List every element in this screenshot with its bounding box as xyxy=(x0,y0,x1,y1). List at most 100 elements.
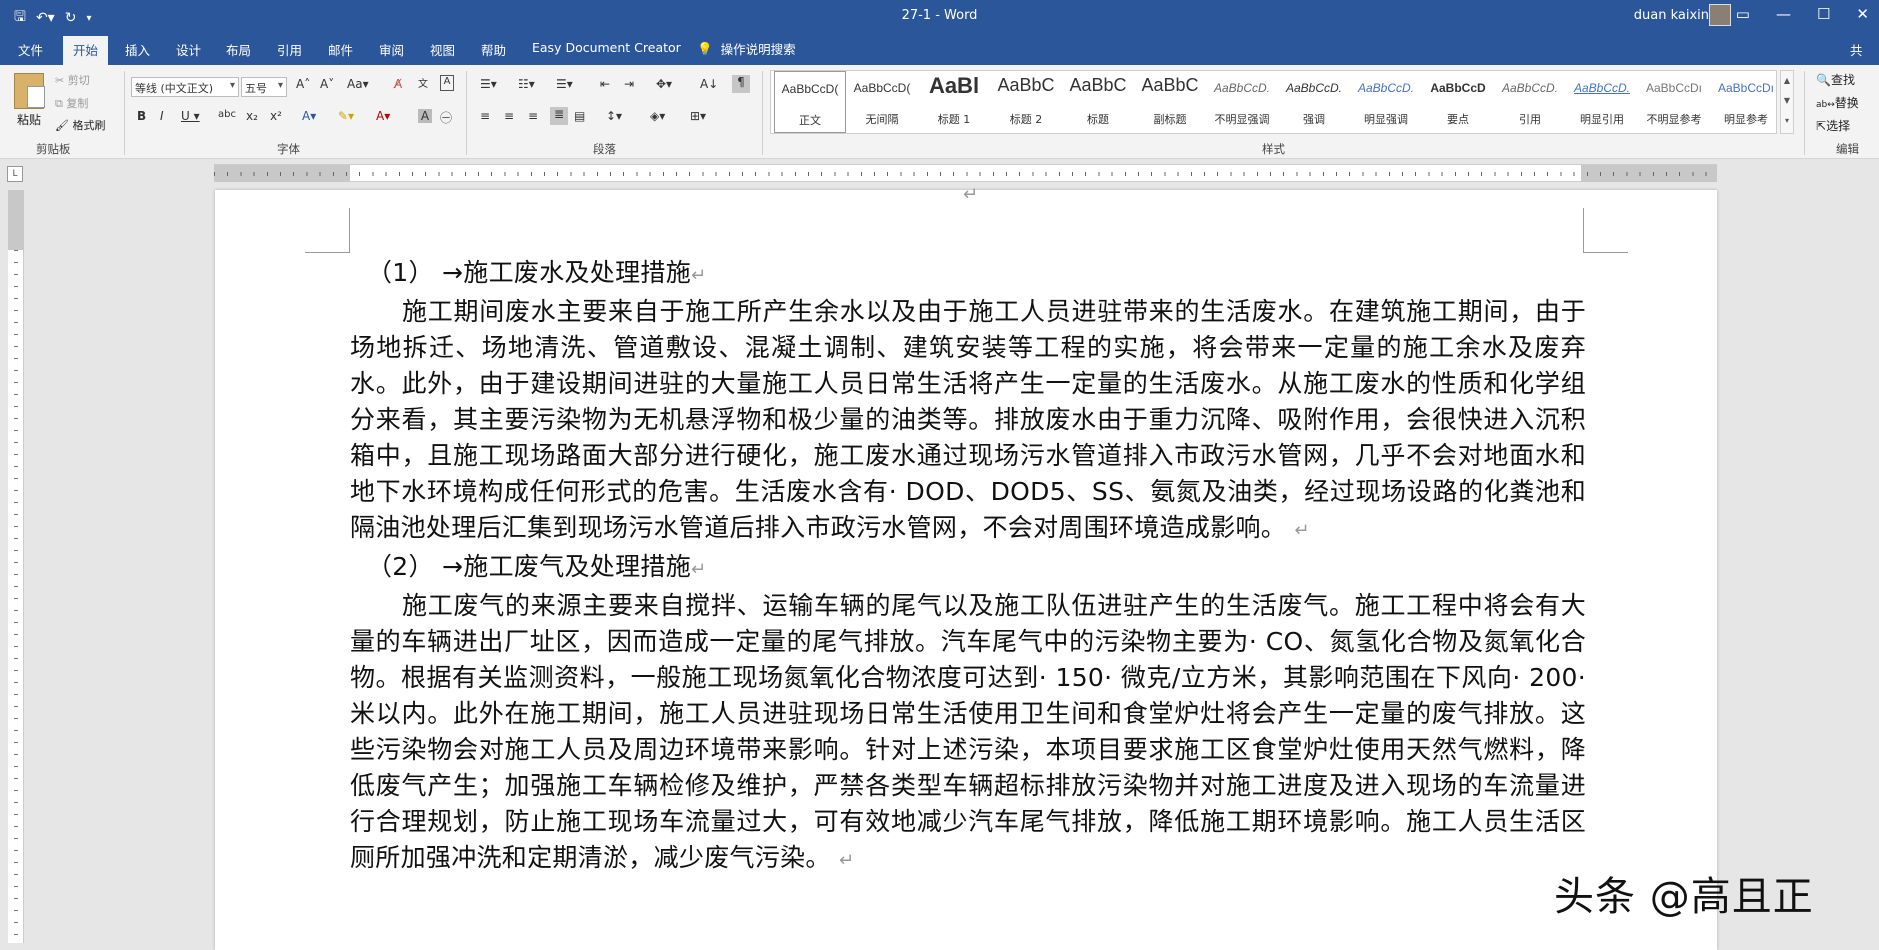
paragraph-group-label: 段落 xyxy=(593,142,616,156)
align-center-icon[interactable]: ≡ xyxy=(504,109,514,123)
tab-insert[interactable]: 插入 xyxy=(125,40,150,59)
show-marks-icon[interactable]: ¶ xyxy=(732,75,750,93)
ribbon-display-icon[interactable]: ▭ xyxy=(1736,5,1750,23)
character-shading-icon[interactable]: A xyxy=(418,109,432,123)
style-heading-2[interactable]: AaBbC 标题 2 xyxy=(990,71,1062,133)
borders-icon[interactable]: ⊞▾ xyxy=(690,109,706,123)
font-size-combo[interactable]: 五号 xyxy=(241,77,287,97)
superscript-icon[interactable]: x² xyxy=(270,109,282,123)
shrink-font-icon[interactable]: A˅ xyxy=(320,77,334,91)
numbering-icon[interactable]: ☷▾ xyxy=(518,77,535,91)
lightbulb-icon: 💡 xyxy=(697,40,713,56)
font-group-label: 字体 xyxy=(277,142,300,156)
tab-layout[interactable]: 布局 xyxy=(226,40,251,59)
tell-me-label: 操作说明搜索 xyxy=(720,42,796,57)
watermark: 头条 @高且正 xyxy=(1554,874,1814,920)
crop-mark-right xyxy=(1583,208,1628,253)
style-emphasis[interactable]: AaBbCcD. 强调 xyxy=(1278,71,1350,133)
style-subtle-reference[interactable]: AaBbCcDı 不明显参考 xyxy=(1638,71,1710,133)
sort-icon[interactable]: A↓ xyxy=(700,77,718,91)
search-icon: 🔍 xyxy=(1816,73,1831,87)
styles-gallery: AaBbCcD(正文 AaBbCcD(无间隔 AaBl 标题 1 AaBbC 标题 … xyxy=(770,70,1777,134)
paste-icon[interactable] xyxy=(14,73,45,109)
italic-icon[interactable]: I xyxy=(160,109,164,123)
phonetic-guide-icon[interactable]: 文 xyxy=(418,75,428,90)
font-color-icon[interactable]: A▾ xyxy=(376,109,390,123)
replace-button[interactable]: ab↔替换 xyxy=(1816,94,1859,111)
styles-group-label: 样式 xyxy=(1262,142,1285,156)
increase-indent-icon[interactable]: ⇥ xyxy=(624,77,634,91)
document-body[interactable]: （1） →施工废水及处理措施↵ 施工期间废水主要来自于施工所产生余水以及由于施工… xyxy=(350,255,1586,879)
font-name-combo[interactable]: 等线 (中文正文) xyxy=(131,77,239,97)
vertical-ruler[interactable] xyxy=(8,190,24,943)
multilevel-list-icon[interactable]: ☰▾ xyxy=(556,77,573,91)
share-button[interactable]: 共 xyxy=(1850,40,1863,59)
style-subtitle[interactable]: AaBbC 副标题 xyxy=(1134,71,1206,133)
document-page[interactable]: ↵ （1） →施工废水及处理措施↵ 施工期间废水主要来自于施工所产生余水以及由于… xyxy=(215,184,1717,950)
ribbon-home: 粘贴 ✂ 剪切 ⧉ 复制 🖌 格式刷 剪贴板 等线 (中文正文) 五号 A˄ A… xyxy=(0,65,1879,159)
paragraph-2: 施工废气的来源主要来自搅拌、运输车辆的尾气以及施工队伍进驻产生的生活废气。施工工… xyxy=(350,591,1586,872)
change-case-icon[interactable]: Aa▾ xyxy=(347,77,369,91)
text-effects-icon[interactable]: A▾ xyxy=(302,109,316,123)
paste-button[interactable]: 粘贴 xyxy=(17,111,41,128)
tab-help[interactable]: 帮助 xyxy=(481,40,506,59)
highlight-icon[interactable]: ✎▾ xyxy=(338,109,354,123)
style-subtle-emphasis[interactable]: AaBbCcD. 不明显强调 xyxy=(1206,71,1278,133)
maximize-icon[interactable]: ☐ xyxy=(1817,5,1830,23)
section-heading-1: （1） →施工废水及处理措施↵ xyxy=(367,258,707,287)
tab-references[interactable]: 引用 xyxy=(277,40,302,59)
style-intense-quote[interactable]: AaBbCcD. 明显引用 xyxy=(1566,71,1638,133)
align-right-icon[interactable]: ≡ xyxy=(528,109,538,123)
distributed-icon[interactable]: ▤ xyxy=(574,109,585,123)
shading-icon[interactable]: ◈▾ xyxy=(650,109,665,123)
justify-icon[interactable]: ≣ xyxy=(550,107,568,125)
cut-button[interactable]: ✂ 剪切 xyxy=(55,72,90,88)
chinese-layout-icon[interactable]: ✥▾ xyxy=(656,77,672,91)
tab-stop-selector[interactable]: L xyxy=(7,166,23,182)
replace-icon: ab↔ xyxy=(1816,100,1835,110)
section-heading-2: （2） →施工废气及处理措施↵ xyxy=(367,552,707,581)
bullets-icon[interactable]: ☰▾ xyxy=(480,77,497,91)
subscript-icon[interactable]: x₂ xyxy=(246,109,258,123)
bold-icon[interactable]: B xyxy=(137,109,146,123)
clear-format-icon[interactable]: A̸ xyxy=(394,77,402,91)
format-painter-button[interactable]: 🖌 格式刷 xyxy=(55,117,105,133)
window-controls: ▭ — ☐ ✕ xyxy=(1736,5,1869,23)
line-spacing-icon[interactable]: ↕▾ xyxy=(606,109,622,123)
style-title[interactable]: AaBbC 标题 xyxy=(1062,71,1134,133)
style-strong[interactable]: AaBbCcD 要点 xyxy=(1422,71,1494,133)
align-left-icon[interactable]: ≡ xyxy=(480,109,490,123)
avatar[interactable] xyxy=(1709,4,1731,26)
underline-icon[interactable]: U ▾ xyxy=(181,109,200,123)
styles-gallery-scroll[interactable]: ▲ ▼ ▾ xyxy=(1780,70,1794,134)
style-quote[interactable]: AaBbCcD. 引用 xyxy=(1494,71,1566,133)
character-border-icon[interactable]: A xyxy=(440,75,454,91)
tab-easy-document-creator[interactable]: Easy Document Creator xyxy=(532,40,681,55)
editing-group-label: 编辑 xyxy=(1836,142,1859,156)
minimize-icon[interactable]: — xyxy=(1776,5,1791,23)
grow-font-icon[interactable]: A˄ xyxy=(296,77,310,91)
user-name[interactable]: duan kaixin xyxy=(1634,8,1709,23)
tab-review[interactable]: 审阅 xyxy=(379,40,404,59)
close-icon[interactable]: ✕ xyxy=(1856,5,1869,23)
tab-view[interactable]: 视图 xyxy=(430,40,455,59)
tab-mailings[interactable]: 邮件 xyxy=(328,40,353,59)
style-intense-emphasis[interactable]: AaBbCcD. 明显强调 xyxy=(1350,71,1422,133)
strikethrough-icon[interactable]: abc xyxy=(218,109,236,120)
horizontal-ruler[interactable] xyxy=(214,164,1717,182)
select-button[interactable]: ⇱选择 xyxy=(1816,117,1850,134)
enclose-characters-icon[interactable]: ㊀ xyxy=(440,109,452,126)
tab-file[interactable]: 文件 xyxy=(18,40,43,59)
tab-home[interactable]: 开始 xyxy=(63,36,109,65)
style-no-spacing[interactable]: AaBbCcD(无间隔 xyxy=(846,71,918,133)
tell-me-search[interactable]: 💡 操作说明搜索 xyxy=(697,39,796,58)
copy-button[interactable]: ⧉ 复制 xyxy=(55,95,88,111)
style-heading-1[interactable]: AaBl 标题 1 xyxy=(918,71,990,133)
style-intense-reference[interactable]: AaBbCcDı 明显参考 xyxy=(1710,71,1782,133)
decrease-indent-icon[interactable]: ⇤ xyxy=(600,77,610,91)
top-paragraph-mark: ↵ xyxy=(963,184,979,205)
style-normal[interactable]: AaBbCcD(正文 xyxy=(774,71,846,133)
tab-design[interactable]: 设计 xyxy=(176,40,201,59)
crop-mark-left xyxy=(305,208,350,253)
find-button[interactable]: 🔍查找 xyxy=(1816,71,1855,88)
